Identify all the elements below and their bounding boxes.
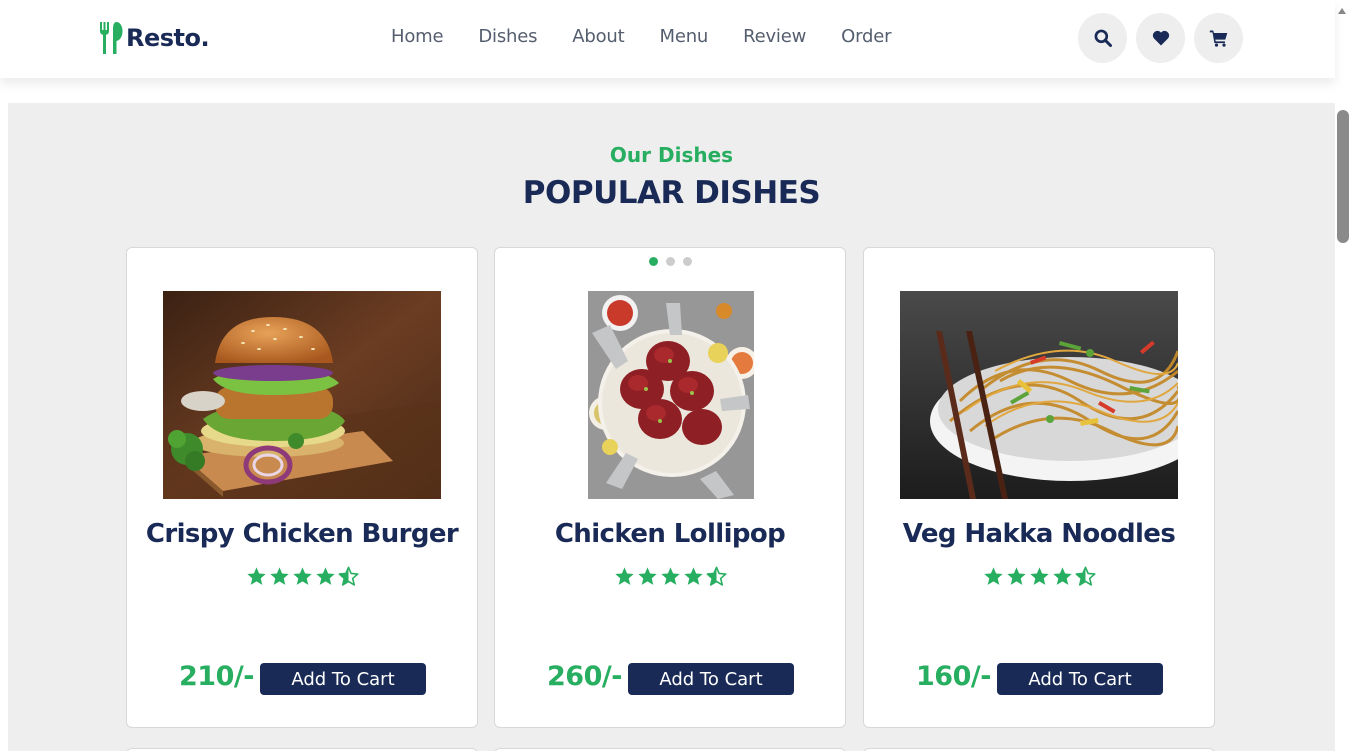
star-icon (1052, 567, 1072, 585)
dish-card: Crispy Chicken Burger 210/- Add To Cart (126, 247, 478, 728)
star-icon (269, 567, 289, 585)
nav-menu[interactable]: Menu (659, 26, 708, 47)
add-to-cart-button[interactable]: Add To Cart (997, 663, 1163, 695)
star-half-icon (338, 566, 358, 586)
scrollbar-thumb[interactable] (1337, 110, 1349, 243)
nav-home[interactable]: Home (391, 26, 444, 47)
star-icon (1006, 567, 1026, 585)
hakka-noodles-image (900, 291, 1178, 499)
rating-stars (495, 566, 845, 587)
search-icon (1094, 29, 1112, 47)
nav-order[interactable]: Order (841, 26, 891, 47)
logo-text: Resto. (126, 24, 210, 52)
nav-dishes[interactable]: Dishes (478, 26, 537, 47)
nav-about[interactable]: About (572, 26, 624, 47)
star-icon (315, 567, 335, 585)
section-sub-heading: Our Dishes (609, 143, 734, 167)
carousel-pagination (495, 257, 845, 266)
cart-button[interactable] (1194, 13, 1243, 63)
dish-price: 260/- (547, 661, 622, 692)
heart-icon (1152, 30, 1169, 46)
star-icon (983, 567, 1003, 585)
utensils-icon (99, 22, 123, 54)
star-icon (246, 567, 266, 585)
section-heading: POPULAR DISHES (522, 175, 821, 211)
star-icon (292, 567, 312, 585)
dish-card: Chicken Lollipop 260/- Add To Cart (494, 247, 846, 728)
dish-image (588, 291, 754, 499)
star-icon (683, 567, 703, 585)
rating-stars (864, 566, 1214, 587)
carousel-dot-active[interactable] (648, 257, 658, 266)
dish-price: 210/- (179, 661, 254, 692)
dish-price: 160/- (916, 661, 991, 692)
star-icon (614, 567, 634, 585)
nav-review[interactable]: Review (743, 26, 806, 47)
star-icon (660, 567, 680, 585)
dish-name: Veg Hakka Noodles (902, 519, 1176, 549)
rating-stars (127, 566, 477, 587)
dish-card: Veg Hakka Noodles 160/- Add To Cart (863, 247, 1215, 728)
header-icons (1078, 13, 1243, 63)
add-to-cart-button[interactable]: Add To Cart (260, 663, 426, 695)
dishes-section: Our Dishes POPULAR DISHES Crispy Chicken… (8, 103, 1335, 751)
logo[interactable]: Resto. (98, 20, 210, 56)
cart-icon (1209, 30, 1227, 47)
star-icon (637, 567, 657, 585)
dish-name: Chicken Lollipop (554, 519, 786, 549)
chicken-lollipop-image (588, 291, 754, 499)
wishlist-button[interactable] (1136, 13, 1185, 63)
main-nav: Home Dishes About Menu Review Order (391, 26, 926, 47)
site-header: Resto. Home Dishes About Menu Review Ord… (0, 0, 1335, 78)
burger-image (163, 291, 441, 499)
star-icon (1029, 567, 1049, 585)
carousel-dot[interactable] (665, 257, 675, 266)
add-to-cart-button[interactable]: Add To Cart (628, 663, 794, 695)
dish-image (163, 291, 441, 499)
page: Resto. Home Dishes About Menu Review Ord… (0, 0, 1357, 751)
dish-name: Crispy Chicken Burger (145, 519, 459, 549)
star-half-icon (706, 566, 726, 586)
carousel-dot[interactable] (682, 257, 692, 266)
search-button[interactable] (1078, 13, 1127, 63)
scroll-up-arrow-icon[interactable] (1338, 8, 1346, 14)
star-half-icon (1075, 566, 1095, 586)
dish-image (900, 291, 1178, 499)
